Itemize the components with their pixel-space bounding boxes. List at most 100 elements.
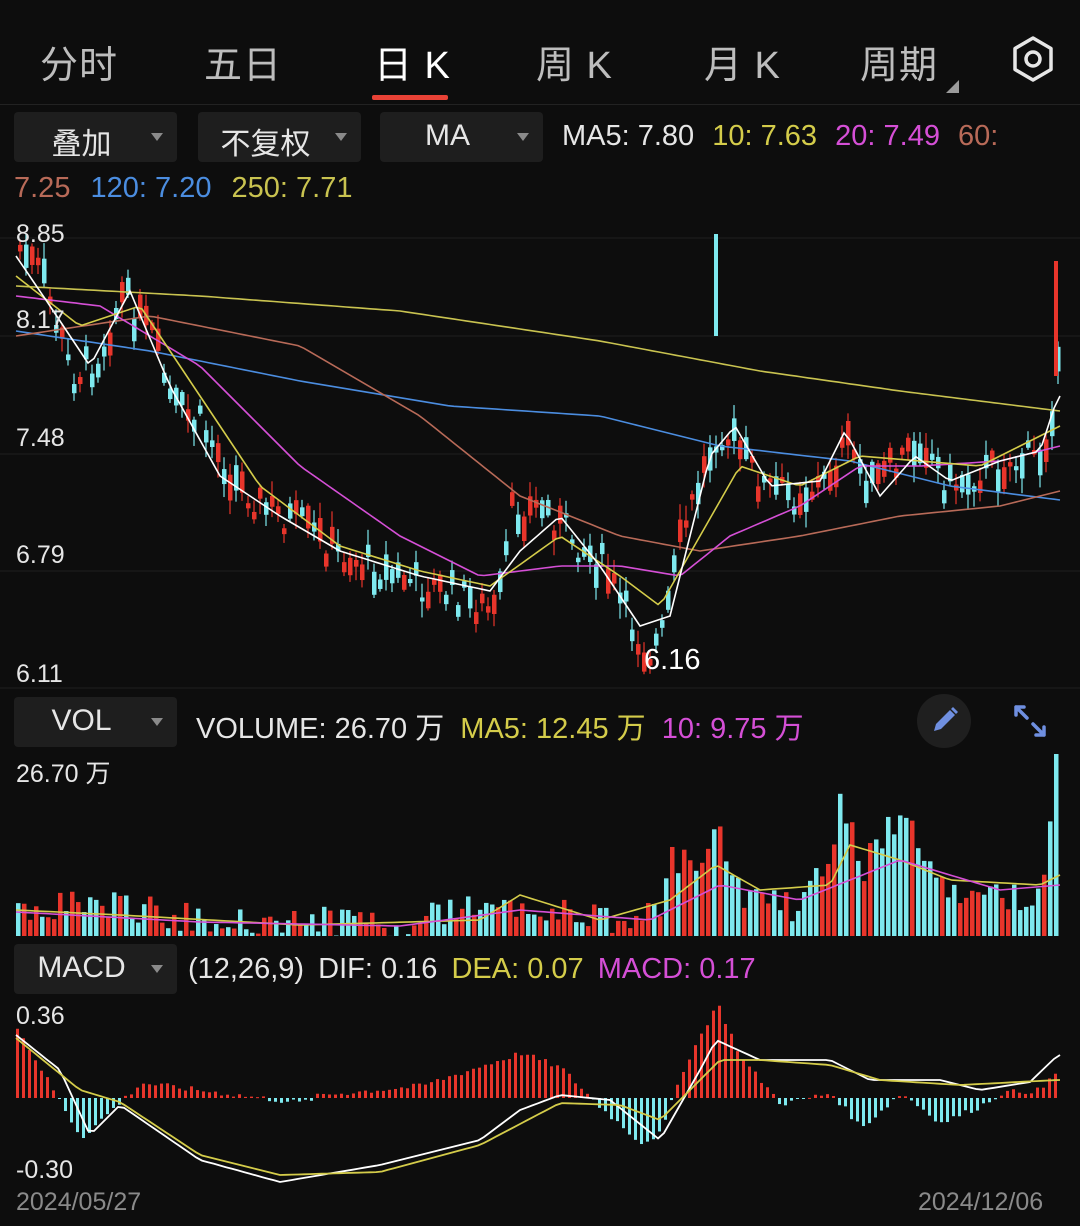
volume-bar: [682, 849, 687, 936]
kline-chart[interactable]: 8.85 8.17 7.48 6.79 6.11 6.16: [0, 216, 1080, 690]
candle-body: [1002, 467, 1007, 489]
candle-body: [90, 373, 95, 388]
macd-histogram-bar: [910, 1098, 913, 1101]
macd-histogram-bar: [676, 1084, 679, 1098]
volume-bar: [736, 877, 741, 936]
macd-histogram-bar: [226, 1094, 229, 1098]
candle-body: [402, 574, 407, 590]
macd-histogram-bar: [460, 1075, 463, 1098]
active-tab-indicator: [372, 95, 448, 100]
volume-bar: [562, 899, 567, 936]
macd-histogram-bar: [766, 1087, 769, 1098]
candle-body: [36, 257, 41, 266]
macd-histogram-bar: [244, 1096, 247, 1098]
macd-histogram-bar: [934, 1098, 937, 1122]
macd-histogram-bar: [484, 1064, 487, 1098]
low-price-marker: 6.16: [644, 644, 701, 676]
macd-histogram-bar: [298, 1098, 301, 1102]
tab-weekly-k[interactable]: 周 K: [536, 34, 613, 89]
macd-svg: [15, 1005, 1061, 1183]
price-axis-max: 8.85: [16, 220, 65, 248]
volume-bar: [862, 881, 867, 936]
volume-bar: [130, 917, 135, 936]
tab-intraday[interactable]: 分时: [40, 34, 118, 89]
volume-bar: [316, 931, 321, 936]
volume-bar: [76, 902, 81, 936]
candle-body: [756, 486, 761, 502]
volume-bar: [178, 930, 183, 936]
macd-histogram-bar: [448, 1076, 451, 1098]
volume-bar: [586, 926, 591, 936]
ma10-line: [15, 275, 1061, 606]
candle-body: [600, 542, 605, 555]
candle-body: [738, 440, 743, 460]
volume-bar: [982, 894, 987, 936]
period-more-icon: [946, 80, 959, 93]
volume-bar: [1018, 910, 1023, 936]
macd-dropdown[interactable]: MACD: [14, 944, 177, 994]
volume-bar: [772, 890, 777, 936]
volume-bar: [232, 928, 237, 936]
volume-bar: [424, 915, 429, 936]
dif-line: [15, 1034, 1061, 1183]
macd-histogram-bar: [400, 1087, 403, 1098]
macd-histogram-bar: [538, 1060, 541, 1098]
macd-histogram-bar: [886, 1098, 889, 1108]
macd-histogram-bar: [814, 1094, 817, 1098]
candle-body: [660, 620, 665, 628]
overlay-dropdown[interactable]: 叠加: [14, 112, 177, 162]
edit-indicator-button[interactable]: [917, 694, 971, 748]
overlay-dropdown-label: 叠加: [51, 128, 112, 161]
macd-histogram-bar: [394, 1088, 397, 1098]
volume-bar: [994, 884, 999, 936]
candle-body: [900, 447, 905, 455]
macd-histogram-bar: [508, 1059, 511, 1098]
volume-bar: [946, 897, 951, 936]
volume-axis-max: 26.70 万: [16, 760, 111, 788]
volume-bar: [1000, 897, 1005, 936]
volume-chart[interactable]: 26.70 万: [0, 750, 1080, 938]
volume-bar: [166, 928, 171, 936]
macd-histogram-bar: [916, 1098, 919, 1107]
volume-bar: [106, 916, 111, 936]
candle-body: [300, 507, 305, 517]
macd-histogram-bar: [712, 1010, 715, 1098]
candle-body: [216, 443, 221, 463]
candle-body: [132, 318, 137, 342]
macd-histogram-bar: [1018, 1092, 1021, 1098]
volume-bar: [868, 843, 873, 936]
expand-chart-button[interactable]: [1003, 694, 1057, 748]
candle-body: [912, 440, 917, 467]
tab-daily-k[interactable]: 日 K: [374, 34, 451, 89]
candle-body: [846, 420, 851, 446]
settings-icon[interactable]: [1008, 34, 1058, 84]
candle-body: [372, 571, 377, 595]
tab-five-day[interactable]: 五日: [204, 34, 282, 89]
macd-histogram-bar: [1048, 1078, 1051, 1098]
macd-chart[interactable]: 0.36 -0.30: [0, 1000, 1080, 1188]
candle-body: [228, 474, 233, 501]
indicator-dropdown[interactable]: MA: [380, 112, 543, 162]
volume-bar: [370, 912, 375, 936]
volume-bar: [286, 920, 291, 936]
macd-histogram-bar: [1042, 1087, 1045, 1098]
volume-bar: [796, 910, 801, 936]
volume-bar: [544, 920, 549, 936]
macd-histogram-bar: [748, 1066, 751, 1098]
candle-body: [594, 564, 599, 588]
volume-bar: [640, 920, 645, 936]
tab-monthly-k[interactable]: 月 K: [704, 34, 781, 89]
volume-bar: [538, 916, 543, 936]
tab-period[interactable]: 周期: [860, 34, 938, 89]
tabs-divider: [0, 104, 1080, 105]
candle-body: [378, 579, 383, 589]
volume-bar: [556, 919, 561, 936]
macd-histogram-bar: [946, 1098, 949, 1123]
candle-body: [42, 258, 47, 284]
macd-histogram-bar: [316, 1093, 319, 1098]
vol-dropdown[interactable]: VOL: [14, 697, 177, 747]
macd-histogram-bar: [58, 1098, 61, 1099]
ma-legend-row2: 7.25 120: 7.20 250: 7.71: [14, 172, 352, 205]
adjust-dropdown[interactable]: 不复权: [198, 112, 361, 162]
candle-body: [348, 557, 353, 576]
